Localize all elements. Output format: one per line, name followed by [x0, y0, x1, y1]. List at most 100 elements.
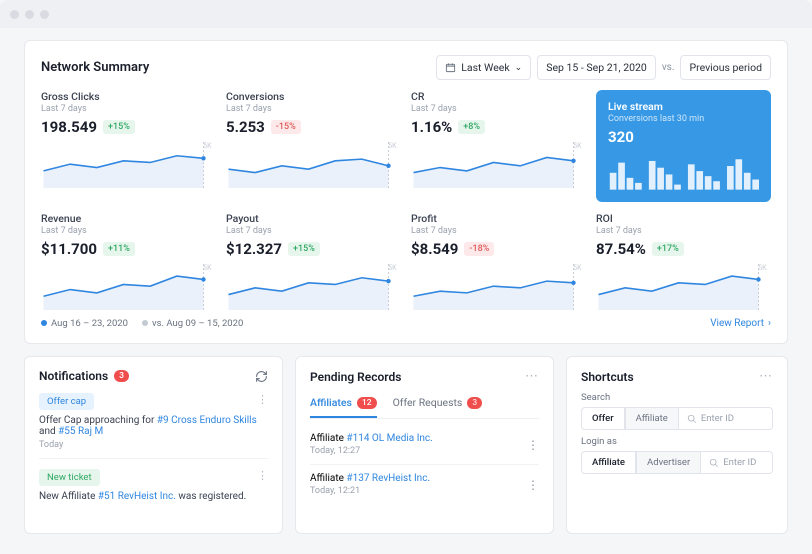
metric-value: $8.549 — [411, 240, 458, 258]
window-dot — [40, 10, 49, 19]
metric-subtitle: Last 7 days — [41, 226, 216, 236]
metric-value: 5.253 — [226, 118, 265, 136]
notification-time: Today — [39, 440, 268, 450]
metric-delta-badge: +15% — [288, 242, 320, 256]
pending-time: Today, 12:27 — [310, 446, 433, 456]
metric-gross-clicks[interactable]: Gross Clicks Last 7 days 198.549 +15% 5K — [41, 90, 216, 202]
notification-link[interactable]: #51 RevHeist Inc. — [98, 491, 176, 502]
tab-count-badge: 12 — [357, 397, 377, 409]
tab-count-badge: 3 — [467, 397, 482, 409]
legend-current: Aug 16 – 23, 2020 — [41, 318, 128, 329]
metric-sparkline: 5K — [226, 262, 401, 310]
live-bar-chart — [608, 150, 759, 192]
notification-item: Offer cap ⋮ Offer Cap approaching for #9… — [39, 391, 268, 459]
svg-text:5K: 5K — [203, 142, 212, 150]
tab-affiliates[interactable]: Affiliates 12 — [310, 392, 377, 418]
metric-profit[interactable]: Profit Last 7 days $8.549 -18% 5K — [411, 212, 586, 310]
search-icon — [709, 458, 719, 468]
metric-subtitle: Last 7 days — [226, 226, 401, 236]
item-more-icon[interactable]: ⋮ — [257, 469, 268, 482]
metric-title: Payout — [226, 212, 401, 225]
panel-more-icon[interactable]: ⋯ — [759, 369, 773, 384]
refresh-icon[interactable] — [255, 370, 268, 383]
metric-delta-badge: -15% — [271, 120, 301, 134]
metric-sparkline: 5K — [41, 262, 216, 310]
window-dot — [10, 10, 19, 19]
pending-link[interactable]: #137 RevHeist Inc. — [346, 473, 430, 484]
notification-tag: Offer cap — [39, 393, 94, 410]
login-tab-affiliate[interactable]: Affiliate — [581, 451, 636, 474]
notification-link[interactable]: #55 Raj M — [58, 426, 103, 437]
metric-subtitle: Last 7 days — [226, 104, 401, 114]
metric-conversions[interactable]: Conversions Last 7 days 5.253 -15% 5K — [226, 90, 401, 202]
period-label: Last Week — [461, 61, 509, 74]
notification-item: New ticket ⋮ New Affiliate #51 RevHeist … — [39, 467, 268, 510]
shortcuts-title: Shortcuts — [581, 370, 634, 384]
item-more-icon[interactable]: ⋮ — [527, 478, 539, 492]
search-id-input[interactable]: Enter ID — [679, 407, 773, 430]
metric-cr[interactable]: CR Last 7 days 1.16% +8% 5K — [411, 90, 586, 202]
login-id-input[interactable]: Enter ID — [701, 451, 773, 474]
metric-title: Profit — [411, 212, 586, 225]
metric-value: 1.16% — [411, 118, 452, 136]
metric-payout[interactable]: Payout Last 7 days $12.327 +15% 5K — [226, 212, 401, 310]
pending-item: Affiliate #114 OL Media Inc. Today, 12:2… — [310, 425, 539, 465]
item-more-icon[interactable]: ⋮ — [257, 393, 268, 406]
date-range-label: Sep 15 - Sep 21, 2020 — [546, 61, 647, 74]
metric-revenue[interactable]: Revenue Last 7 days $11.700 +11% 5K — [41, 212, 216, 310]
pending-records-panel: Pending Records ⋯ Affiliates 12 Offer Re… — [295, 356, 554, 534]
svg-text:5K: 5K — [203, 264, 212, 272]
metric-value: $11.700 — [41, 240, 97, 258]
compare-button[interactable]: Previous period — [680, 55, 771, 80]
period-dropdown[interactable]: Last Week ⌄ — [436, 55, 531, 80]
metric-live-stream[interactable]: Live stream Conversions last 30 min 320 — [596, 90, 771, 202]
svg-text:5K: 5K — [573, 264, 582, 272]
metric-delta-badge: +17% — [652, 242, 684, 256]
date-range-button[interactable]: Sep 15 - Sep 21, 2020 — [537, 55, 656, 80]
pending-time: Today, 12:21 — [310, 486, 430, 496]
pending-link[interactable]: #114 OL Media Inc. — [346, 433, 432, 444]
pending-item: Affiliate #137 RevHeist Inc. Today, 12:2… — [310, 465, 539, 504]
view-report-link[interactable]: View Report › — [710, 318, 771, 329]
pending-title: Pending Records — [310, 370, 401, 384]
metric-subtitle: Last 7 days — [41, 104, 216, 114]
chevron-down-icon: ⌄ — [515, 63, 523, 73]
metric-delta-badge: +11% — [103, 242, 135, 256]
metric-title: Gross Clicks — [41, 90, 216, 103]
metric-sparkline: 5K — [596, 262, 771, 310]
metric-title: ROI — [596, 212, 771, 225]
metric-subtitle: Last 7 days — [411, 104, 586, 114]
calendar-icon — [445, 62, 456, 73]
metric-sparkline: 5K — [226, 140, 401, 188]
metric-delta-badge: +15% — [103, 120, 135, 134]
notifications-count-badge: 3 — [114, 370, 129, 382]
item-more-icon[interactable]: ⋮ — [527, 438, 539, 452]
metric-subtitle: Last 7 days — [596, 226, 771, 236]
metric-title: Revenue — [41, 212, 216, 225]
search-tab-affiliate[interactable]: Affiliate — [625, 407, 679, 430]
search-label: Search — [581, 392, 773, 403]
login-label: Login as — [581, 436, 773, 447]
chevron-right-icon: › — [768, 318, 771, 329]
metric-sparkline: 5K — [41, 140, 216, 188]
notification-link[interactable]: #9 Cross Enduro Skills — [157, 415, 257, 426]
live-subtitle: Conversions last 30 min — [608, 114, 759, 124]
notifications-title: Notifications 3 — [39, 369, 129, 383]
live-value: 320 — [608, 128, 759, 146]
metric-subtitle: Last 7 days — [411, 226, 586, 236]
metric-value: 87.54% — [596, 240, 646, 258]
pending-prefix: Affiliate — [310, 473, 346, 484]
search-tab-offer[interactable]: Offer — [581, 407, 625, 430]
panel-more-icon[interactable]: ⋯ — [525, 369, 539, 384]
notification-text: was registered. — [178, 491, 246, 502]
svg-text:5K: 5K — [388, 142, 397, 150]
metric-title: CR — [411, 90, 586, 103]
svg-text:5K: 5K — [573, 142, 582, 150]
live-title: Live stream — [608, 100, 759, 113]
svg-text:5K: 5K — [758, 264, 767, 272]
metric-roi[interactable]: ROI Last 7 days 87.54% +17% 5K — [596, 212, 771, 310]
compare-label: Previous period — [689, 61, 762, 74]
tab-offer-requests[interactable]: Offer Requests 3 — [393, 392, 483, 418]
search-icon — [687, 414, 697, 424]
login-tab-advertiser[interactable]: Advertiser — [636, 451, 701, 474]
